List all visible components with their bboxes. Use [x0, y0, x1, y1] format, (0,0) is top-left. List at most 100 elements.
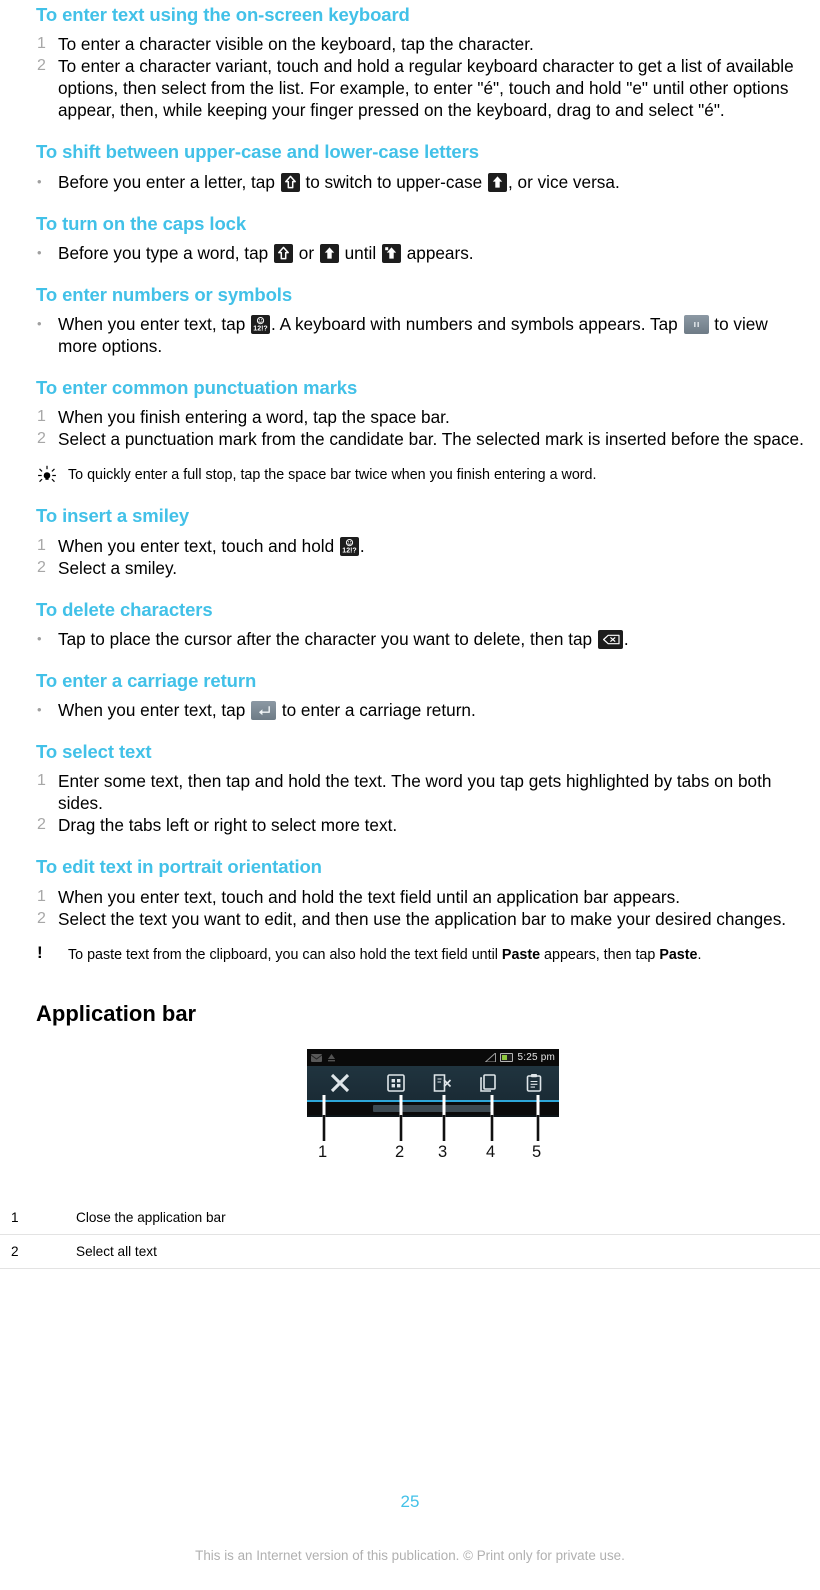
svg-text:12!?: 12!?: [253, 326, 267, 333]
upload-icon: [328, 1054, 335, 1062]
step-marker: 1: [37, 35, 46, 53]
close-icon[interactable]: [307, 1066, 373, 1100]
step-text: Tap to place the cursor after the charac…: [58, 628, 810, 650]
steps-enter-text: 1 To enter a character visible on the ke…: [36, 33, 810, 121]
device-screenshot: 5:25 pm: [307, 1049, 559, 1118]
legend-number: 1: [11, 1210, 19, 1226]
navigation-strip: [307, 1102, 559, 1116]
step-marker: 2: [37, 909, 46, 927]
shift-filled-icon: [319, 243, 339, 263]
page-title-application-bar: Application bar: [36, 1000, 197, 1026]
step-marker: •: [37, 316, 42, 332]
step-marker: 1: [37, 887, 46, 905]
step-text: Before you enter a letter, tap to switch…: [58, 171, 810, 193]
table-row: 1 Close the application bar: [0, 1201, 820, 1236]
svg-text:12!?: 12!?: [342, 547, 356, 554]
cut-icon[interactable]: [419, 1066, 465, 1100]
steps-insert-smiley: 1 When you enter text, touch and hold 12…: [36, 535, 810, 579]
step-marker: •: [37, 702, 42, 718]
note-bold-paste: Paste: [501, 946, 541, 963]
lightbulb-icon: [36, 466, 68, 485]
step-text-part: appears.: [401, 242, 474, 263]
callout-number: 2: [395, 1143, 405, 1162]
step-marker: •: [37, 173, 42, 189]
footer-disclaimer: This is an Internet version of this publ…: [195, 1548, 625, 1563]
backspace-key-icon: [597, 629, 623, 649]
paste-icon[interactable]: [511, 1066, 557, 1100]
step-marker: 2: [37, 57, 46, 75]
section-heading-select-text: To select text: [36, 741, 152, 763]
section-heading-insert-smiley: To insert a smiley: [36, 505, 190, 527]
section-heading-delete-characters: To delete characters: [36, 598, 213, 620]
step-text: When you finish entering a word, tap the…: [58, 407, 450, 428]
step-text: Drag the tabs left or right to select mo…: [58, 815, 398, 836]
shift-filled-icon: [487, 172, 507, 192]
step-text: When you enter text, tap to enter a carr…: [58, 699, 810, 721]
legend-label: Select all text: [76, 1244, 157, 1260]
status-time: 5:25 pm: [517, 1052, 555, 1064]
list-item: 1 Enter some text, then tap and hold the…: [36, 770, 810, 814]
list-item: • When you enter text, tap 12!? . A keybo…: [36, 313, 810, 357]
step-text: When you enter text, tap 12!? . A keyboar…: [58, 313, 810, 357]
step-marker: •: [37, 630, 42, 646]
step-text: Select the text you want to edit, and th…: [58, 908, 787, 929]
callout-number: 3: [438, 1143, 448, 1162]
list-item: 2 Select a smiley.: [36, 557, 810, 579]
step-text-part: to enter a carriage return.: [277, 700, 476, 721]
step-text-part: Before you type a word, tap: [58, 242, 273, 263]
more-options-key-icon: [683, 315, 709, 335]
step-text-part: until: [339, 242, 381, 263]
exclamation-icon: !: [37, 942, 43, 962]
section-heading-caps-lock: To turn on the caps lock: [36, 212, 247, 234]
signal-icon: [485, 1053, 497, 1063]
steps-punctuation: 1 When you finish entering a word, tap t…: [36, 406, 810, 450]
step-text: Before you type a word, tap or until app…: [58, 242, 810, 264]
application-bar-legend: 1 Close the application bar 2 Select all…: [0, 1201, 820, 1270]
section-heading-enter-text: To enter text using the on-screen keyboa…: [36, 4, 410, 25]
callout-number: 4: [486, 1143, 496, 1162]
list-item: 1 When you enter text, touch and hold th…: [36, 886, 810, 908]
step-marker: 2: [37, 558, 46, 576]
legend-label: Close the application bar: [76, 1210, 226, 1226]
step-marker: 1: [37, 772, 46, 790]
note-text-part: .: [697, 946, 702, 963]
tip-block: To quickly enter a full stop, tap the sp…: [36, 466, 810, 485]
callout-number: 1: [318, 1143, 328, 1162]
shift-outline-icon: [280, 172, 300, 192]
steps-select-text: 1 Enter some text, then tap and hold the…: [36, 770, 810, 836]
list-item: • When you enter text, tap to enter a ca…: [36, 699, 810, 721]
steps-edit-portrait: 1 When you enter text, touch and hold th…: [36, 886, 810, 930]
return-key-icon: [251, 701, 277, 721]
application-bar-toolbar: [307, 1066, 559, 1103]
tip-text: To quickly enter a full stop, tap the sp…: [68, 467, 597, 484]
nav-handle: [373, 1105, 493, 1113]
caps-lock-icon: [381, 243, 401, 263]
step-text-part: .: [359, 535, 365, 556]
battery-icon: [500, 1053, 514, 1063]
list-item: 2 Select the text you want to edit, and …: [36, 908, 810, 930]
copy-icon[interactable]: [465, 1066, 511, 1100]
section-heading-punctuation: To enter common punctuation marks: [36, 377, 358, 399]
shift-outline-icon: [273, 243, 293, 263]
numbers-symbols-key-icon: 12!?: [251, 315, 271, 335]
step-text-part: or: [293, 242, 319, 263]
select-all-icon[interactable]: [373, 1066, 419, 1100]
list-item: • Tap to place the cursor after the char…: [36, 628, 810, 650]
step-text-part: . A keyboard with numbers and symbols ap…: [271, 314, 683, 335]
step-text-part: .: [623, 628, 629, 649]
list-item: • Before you enter a letter, tap to swit…: [36, 171, 810, 193]
step-marker: 1: [37, 408, 46, 426]
legend-number: 2: [11, 1244, 19, 1260]
application-bar-figure: 5:25 pm 1 2 3 4 5: [0, 1049, 820, 1177]
section-heading-numbers-symbols: To enter numbers or symbols: [36, 283, 293, 305]
step-text-part: Before you enter a letter, tap: [58, 171, 280, 192]
section-heading-shift-case: To shift between upper-case and lower-ca…: [36, 141, 479, 163]
step-text: Enter some text, then tap and hold the t…: [58, 771, 772, 814]
step-text-part: , or vice versa.: [507, 171, 620, 192]
note-text-part: appears, then tap: [540, 946, 660, 963]
step-marker: 1: [37, 536, 46, 554]
page-number: 25: [400, 1492, 420, 1511]
step-text-part: When you enter text, tap: [58, 700, 251, 721]
table-row: 2 Select all text: [0, 1235, 820, 1270]
note-text-part: To paste text from the clipboard, you ca…: [68, 946, 502, 963]
